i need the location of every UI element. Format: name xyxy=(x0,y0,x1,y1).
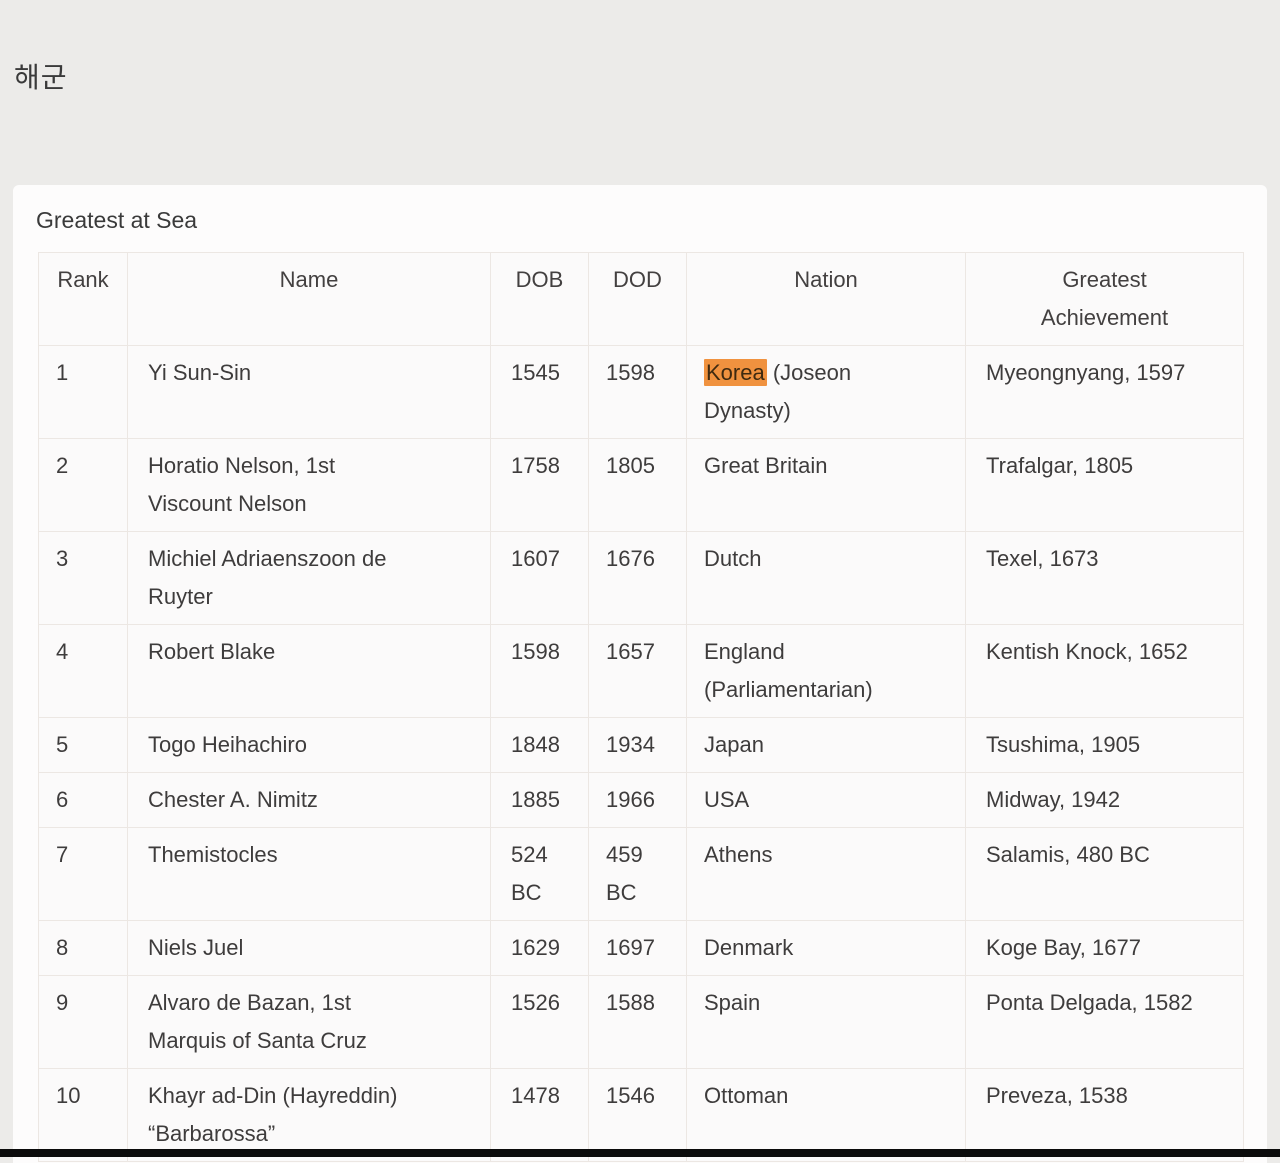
cell-rank: 7 xyxy=(39,828,128,921)
cell-name: Chester A. Nimitz xyxy=(128,773,491,828)
cell-dod: 1697 xyxy=(589,921,687,976)
cell-dob: 1607 xyxy=(491,532,589,625)
cell-nation: USA xyxy=(687,773,966,828)
cell-achievement: Preveza, 1538 xyxy=(966,1069,1244,1162)
cell-rank: 8 xyxy=(39,921,128,976)
header-dob: DOB xyxy=(491,253,589,346)
cell-rank: 6 xyxy=(39,773,128,828)
bottom-divider-bar xyxy=(0,1149,1280,1157)
nation-text: Spain xyxy=(704,990,760,1015)
cell-nation: Korea (Joseon Dynasty) xyxy=(687,346,966,439)
table-row: 1 Yi Sun-Sin 1545 1598 Korea (Joseon Dyn… xyxy=(39,346,1244,439)
cell-name: Yi Sun-Sin xyxy=(128,346,491,439)
cell-name: Robert Blake xyxy=(128,625,491,718)
header-nation: Nation xyxy=(687,253,966,346)
table-row: 6 Chester A. Nimitz 1885 1966 USA Midway… xyxy=(39,773,1244,828)
cell-rank: 4 xyxy=(39,625,128,718)
cell-name: Niels Juel xyxy=(128,921,491,976)
cell-achievement: Texel, 1673 xyxy=(966,532,1244,625)
cell-dob: 1629 xyxy=(491,921,589,976)
nation-text: England (Parliamentarian) xyxy=(704,639,873,702)
header-rank: Rank xyxy=(39,253,128,346)
cell-achievement: Tsushima, 1905 xyxy=(966,718,1244,773)
search-highlight: Korea xyxy=(704,359,767,386)
table-row: 5 Togo Heihachiro 1848 1934 Japan Tsushi… xyxy=(39,718,1244,773)
page-heading-korean: 해군 xyxy=(14,56,68,96)
cell-name: Horatio Nelson, 1st Viscount Nelson xyxy=(128,439,491,532)
cell-nation: Japan xyxy=(687,718,966,773)
cell-rank: 3 xyxy=(39,532,128,625)
cell-nation: Dutch xyxy=(687,532,966,625)
cell-dod: 1598 xyxy=(589,346,687,439)
nation-text: Denmark xyxy=(704,935,793,960)
page: 해군 Greatest at Sea Rank Name DOB DOD Nat… xyxy=(0,0,1280,1163)
greatest-at-sea-table: Rank Name DOB DOD Nation Greatest Achiev… xyxy=(38,252,1244,1162)
cell-dob: 1478 xyxy=(491,1069,589,1162)
cell-dod: 1657 xyxy=(589,625,687,718)
cell-rank: 9 xyxy=(39,976,128,1069)
table-row: 7 Themistocles 524 BC 459 BC Athens Sala… xyxy=(39,828,1244,921)
cell-name: Themistocles xyxy=(128,828,491,921)
cell-nation: England (Parliamentarian) xyxy=(687,625,966,718)
cell-nation: Ottoman xyxy=(687,1069,966,1162)
cell-name: Alvaro de Bazan, 1st Marquis of Santa Cr… xyxy=(128,976,491,1069)
cell-dod: 1966 xyxy=(589,773,687,828)
header-achievement: Greatest Achievement xyxy=(966,253,1244,346)
table-row: 8 Niels Juel 1629 1697 Denmark Koge Bay,… xyxy=(39,921,1244,976)
cell-dod: 1588 xyxy=(589,976,687,1069)
table-title: Greatest at Sea xyxy=(36,207,1267,234)
table-row: 4 Robert Blake 1598 1657 England (Parlia… xyxy=(39,625,1244,718)
table-header: Rank Name DOB DOD Nation Greatest Achiev… xyxy=(39,253,1244,346)
cell-rank: 2 xyxy=(39,439,128,532)
cell-dob: 524 BC xyxy=(491,828,589,921)
cell-dob: 1526 xyxy=(491,976,589,1069)
cell-nation: Spain xyxy=(687,976,966,1069)
cell-dob: 1758 xyxy=(491,439,589,532)
cell-name: Khayr ad-Din (Hayreddin) “Barbarossa” xyxy=(128,1069,491,1162)
nation-text: Dutch xyxy=(704,546,761,571)
content-card: Greatest at Sea Rank Name DOB DOD Nation… xyxy=(13,185,1267,1163)
cell-nation: Great Britain xyxy=(687,439,966,532)
cell-dob: 1598 xyxy=(491,625,589,718)
table-row: 10 Khayr ad-Din (Hayreddin) “Barbarossa”… xyxy=(39,1069,1244,1162)
header-name: Name xyxy=(128,253,491,346)
nation-text: Japan xyxy=(704,732,764,757)
cell-name: Michiel Adriaenszoon de Ruyter xyxy=(128,532,491,625)
nation-text: Great Britain xyxy=(704,453,828,478)
cell-achievement: Midway, 1942 xyxy=(966,773,1244,828)
cell-nation: Denmark xyxy=(687,921,966,976)
cell-achievement: Koge Bay, 1677 xyxy=(966,921,1244,976)
cell-achievement: Myeongnyang, 1597 xyxy=(966,346,1244,439)
cell-dob: 1545 xyxy=(491,346,589,439)
cell-dob: 1885 xyxy=(491,773,589,828)
cell-dod: 1676 xyxy=(589,532,687,625)
cell-nation: Athens xyxy=(687,828,966,921)
table-row: 9 Alvaro de Bazan, 1st Marquis of Santa … xyxy=(39,976,1244,1069)
table-body: 1 Yi Sun-Sin 1545 1598 Korea (Joseon Dyn… xyxy=(39,346,1244,1162)
cell-dod: 1934 xyxy=(589,718,687,773)
table-row: 3 Michiel Adriaenszoon de Ruyter 1607 16… xyxy=(39,532,1244,625)
cell-rank: 10 xyxy=(39,1069,128,1162)
cell-dod: 1546 xyxy=(589,1069,687,1162)
cell-achievement: Ponta Delgada, 1582 xyxy=(966,976,1244,1069)
cell-name: Togo Heihachiro xyxy=(128,718,491,773)
cell-dod: 1805 xyxy=(589,439,687,532)
cell-achievement: Kentish Knock, 1652 xyxy=(966,625,1244,718)
header-dod: DOD xyxy=(589,253,687,346)
nation-text: USA xyxy=(704,787,749,812)
nation-text: Athens xyxy=(704,842,773,867)
cell-dob: 1848 xyxy=(491,718,589,773)
cell-achievement: Trafalgar, 1805 xyxy=(966,439,1244,532)
cell-achievement: Salamis, 480 BC xyxy=(966,828,1244,921)
cell-dod: 459 BC xyxy=(589,828,687,921)
cell-rank: 5 xyxy=(39,718,128,773)
nation-text: Ottoman xyxy=(704,1083,788,1108)
cell-rank: 1 xyxy=(39,346,128,439)
table-row: 2 Horatio Nelson, 1st Viscount Nelson 17… xyxy=(39,439,1244,532)
